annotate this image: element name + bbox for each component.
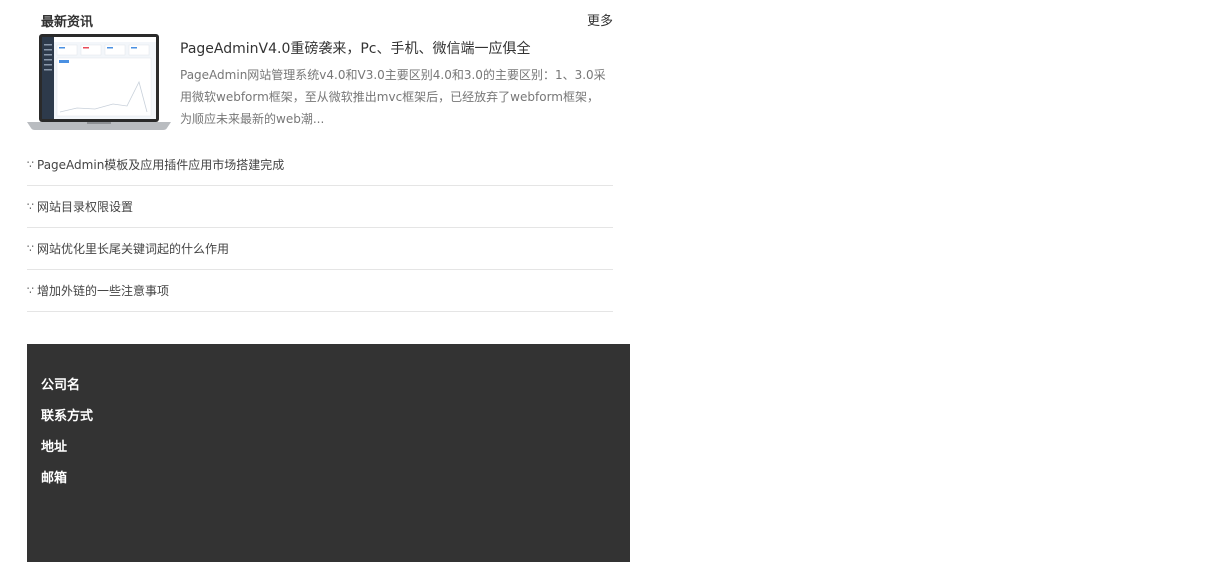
news-section-title: 最新资讯	[41, 15, 94, 30]
bullet-icon: ∵	[27, 284, 34, 297]
featured-thumbnail[interactable]	[27, 34, 171, 130]
news-item-label[interactable]: 增加外链的一些注意事项	[37, 282, 169, 300]
news-item-label[interactable]: PageAdmin模板及应用插件应用市场搭建完成	[37, 156, 284, 174]
bullet-icon: ∵	[27, 242, 34, 255]
news-item[interactable]: ∵ 增加外链的一些注意事项	[27, 270, 613, 312]
featured-news-summary: PageAdmin网站管理系统v4.0和V3.0主要区别4.0和3.0的主要区别…	[180, 68, 606, 126]
footer-contact: 联系方式	[41, 409, 94, 424]
footer-company-name: 公司名	[41, 378, 81, 393]
news-item[interactable]: ∵ 网站优化里长尾关键词起的什么作用	[27, 228, 613, 270]
news-header: 最新资讯 更多	[27, 0, 613, 34]
bullet-icon: ∵	[27, 200, 34, 213]
news-item[interactable]: ∵ 网站目录权限设置	[27, 186, 613, 228]
footer-email: 邮箱	[41, 471, 68, 486]
featured-news-title[interactable]: PageAdminV4.0重磅袭来，Pc、手机、微信端一应俱全	[180, 39, 531, 59]
news-item[interactable]: ∵ PageAdmin模板及应用插件应用市场搭建完成	[27, 144, 613, 186]
news-item-label[interactable]: 网站优化里长尾关键词起的什么作用	[37, 240, 229, 258]
featured-news[interactable]: PageAdminV4.0重磅袭来，Pc、手机、微信端一应俱全 PageAdmi…	[27, 34, 613, 144]
footer: 公司名 联系方式 地址 邮箱	[27, 344, 630, 562]
news-item-label[interactable]: 网站目录权限设置	[37, 198, 133, 216]
bullet-icon: ∵	[27, 158, 34, 171]
more-link[interactable]: 更多	[587, 13, 613, 31]
news-list: ∵ PageAdmin模板及应用插件应用市场搭建完成 ∵ 网站目录权限设置 ∵ …	[27, 144, 613, 312]
news-section: 最新资讯 更多 PageAdminV4.0重磅袭来，Pc、手机、微信端一应俱全 …	[27, 0, 613, 312]
footer-address: 地址	[41, 440, 68, 455]
